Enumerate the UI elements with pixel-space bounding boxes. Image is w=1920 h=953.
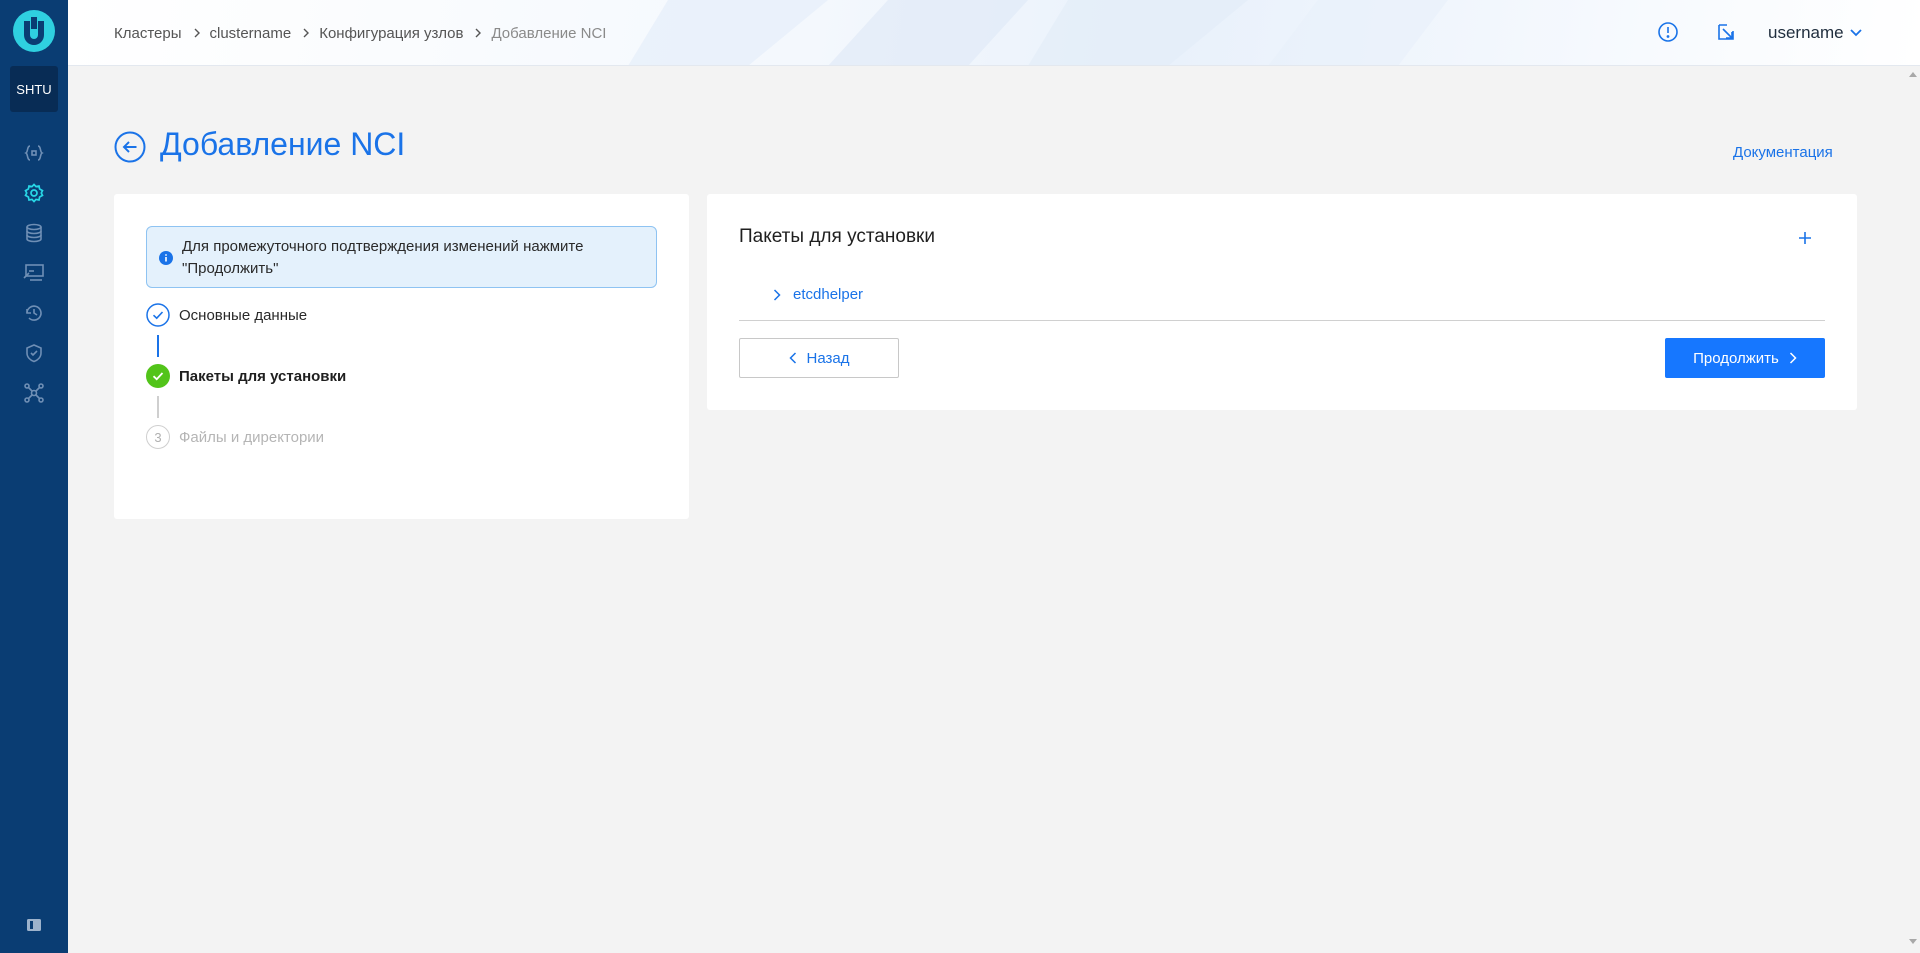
documentation-link[interactable]: Документация — [1733, 144, 1833, 161]
wizard-steps-card: Для промежуточного подтверждения изменен… — [114, 194, 689, 519]
user-menu[interactable]: username — [1768, 0, 1862, 65]
open-external-icon[interactable] — [1714, 20, 1738, 44]
back-arrow-icon[interactable] — [114, 131, 146, 163]
package-name: etcdhelper — [793, 286, 864, 303]
chevron-right-icon — [773, 288, 781, 301]
monitor-icon[interactable] — [22, 261, 46, 285]
info-text: Для промежуточного подтверждения изменен… — [182, 238, 584, 277]
page-title: Добавление NCI — [160, 126, 406, 162]
step-packages[interactable]: Пакеты для установки — [146, 364, 346, 388]
breadcrumb-cluster[interactable]: clustername — [210, 25, 292, 42]
info-alert: Для промежуточного подтверждения изменен… — [146, 226, 657, 288]
step-label: Основные данные — [179, 306, 308, 324]
chevron-right-icon — [475, 28, 482, 38]
packages-card: Пакеты для установки etcdhelper Назад Пр… — [707, 194, 1857, 410]
step-files[interactable]: 3 Файлы и директории — [146, 425, 324, 449]
step-label: Файлы и директории — [179, 428, 325, 446]
breadcrumb-node-config[interactable]: Конфигурация узлов — [319, 25, 463, 42]
history-icon[interactable] — [22, 301, 46, 325]
scroll-up-icon[interactable] — [1908, 70, 1918, 78]
info-icon — [159, 251, 173, 265]
check-circle-icon — [146, 303, 170, 327]
step-number: 3 — [146, 425, 170, 449]
breadcrumb-clusters[interactable]: Кластеры — [114, 25, 182, 42]
continue-button[interactable]: Продолжить — [1665, 338, 1825, 378]
app-logo-icon[interactable] — [12, 9, 56, 53]
top-header: Кластеры clustername Конфигурация узлов … — [68, 0, 1920, 66]
check-circle-icon — [146, 364, 170, 388]
step-label: Пакеты для установки — [179, 367, 347, 385]
back-button-label: Назад — [806, 349, 850, 367]
section-title: Пакеты для установки — [739, 226, 935, 247]
chevron-down-icon — [1849, 29, 1862, 37]
alert-icon[interactable] — [1656, 20, 1680, 44]
step-connector — [157, 396, 159, 418]
plus-icon[interactable] — [1797, 230, 1813, 246]
chevron-right-icon — [1789, 352, 1797, 364]
database-icon[interactable] — [22, 221, 46, 245]
project-selector[interactable]: SHTU — [10, 66, 58, 112]
back-button[interactable]: Назад — [739, 338, 899, 378]
shield-icon[interactable] — [22, 341, 46, 365]
network-icon[interactable] — [22, 381, 46, 405]
breadcrumb: Кластеры clustername Конфигурация узлов … — [114, 0, 607, 65]
package-item[interactable]: etcdhelper — [773, 286, 863, 303]
chevron-left-icon — [788, 352, 796, 364]
continue-button-label: Продолжить — [1693, 349, 1779, 367]
username-label: username — [1768, 23, 1844, 42]
step-basic-data[interactable]: Основные данные — [146, 303, 307, 327]
collapse-sidebar-icon[interactable] — [26, 917, 42, 933]
breadcrumb-current: Добавление NCI — [491, 24, 607, 42]
divider — [739, 320, 1825, 321]
gear-icon[interactable] — [22, 181, 46, 205]
chevron-right-icon — [194, 28, 200, 38]
sidebar: SHTU — [0, 0, 68, 953]
braces-icon[interactable] — [22, 141, 46, 165]
chevron-right-icon — [303, 28, 310, 38]
scroll-down-icon[interactable] — [1908, 938, 1918, 946]
step-connector — [157, 335, 159, 357]
